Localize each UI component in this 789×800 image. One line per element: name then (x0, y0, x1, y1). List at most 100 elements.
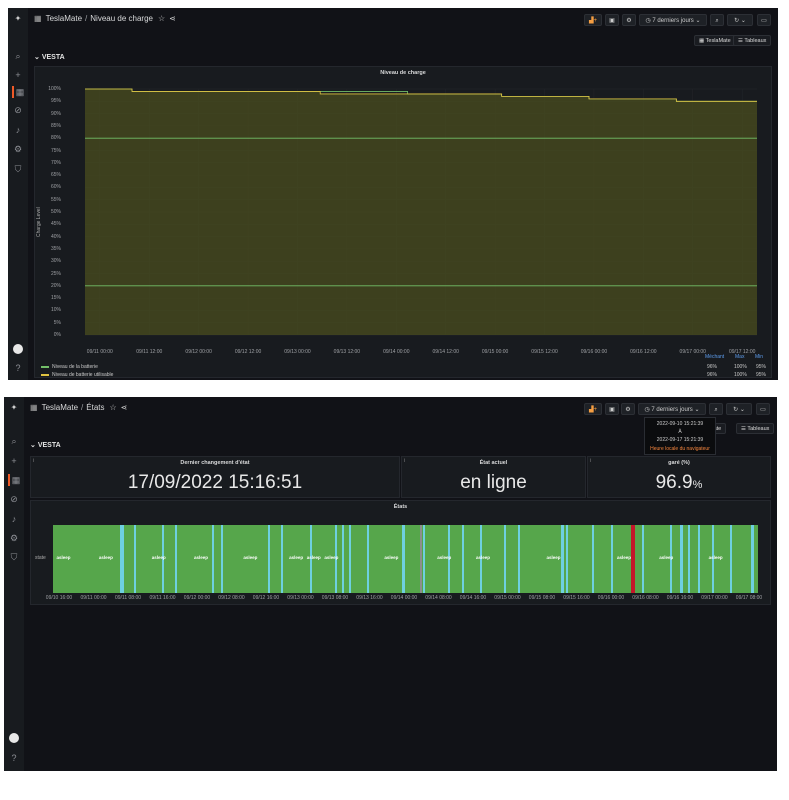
state-segment-online[interactable] (687, 525, 690, 593)
state-segment-online[interactable] (698, 525, 701, 593)
chart-add-icon[interactable]: ▟+ (584, 14, 602, 26)
state-segment-online[interactable] (121, 525, 125, 593)
link-tableaux[interactable]: ☰ Tableaux (736, 423, 775, 434)
legend-item-usable[interactable]: Niveau de batterie utilisable (41, 372, 113, 378)
zoom-out-icon[interactable]: ⌕ (710, 14, 724, 26)
state-segment-online[interactable] (342, 525, 345, 593)
time-range-picker[interactable]: ◷ 7 derniers jours ⌄ (639, 14, 707, 26)
x-tick-label: 09/11 00:00 (86, 349, 113, 355)
bell-icon[interactable]: ♪ (12, 124, 24, 136)
page-title[interactable]: Niveau de charge (90, 14, 153, 23)
state-segment-charging[interactable] (631, 525, 636, 593)
state-segment-online[interactable] (220, 525, 223, 593)
state-x-tick-label: 09/11 16:00 (149, 595, 176, 601)
row-title[interactable]: ⌄ VESTA (34, 53, 65, 61)
state-segment-online[interactable] (641, 525, 644, 593)
avatar[interactable] (13, 344, 23, 354)
state-segment-online[interactable] (729, 525, 732, 593)
state-segment-online[interactable] (592, 525, 595, 593)
gear-icon[interactable]: ⚙ (12, 143, 24, 155)
y-tick-label: 15% (50, 295, 61, 302)
state-segment-online[interactable] (134, 525, 137, 593)
zoom-out-icon[interactable]: ⌕ (709, 403, 723, 415)
dashboards-icon[interactable]: ▦ (8, 474, 22, 486)
tv-mode-icon[interactable]: ▭ (757, 14, 771, 26)
state-segment-online[interactable] (366, 525, 369, 593)
plus-icon[interactable]: + (12, 69, 24, 81)
state-segment-online[interactable] (560, 525, 565, 593)
state-row-label: state (35, 555, 46, 561)
explore-icon[interactable]: ⊘ (12, 104, 24, 116)
state-segment-online[interactable] (566, 525, 569, 593)
x-tick-label: 09/16 12:00 (630, 349, 657, 355)
stat-title[interactable]: État actuel (402, 460, 585, 466)
x-tick-label: 09/17 00:00 (679, 349, 706, 355)
save-icon[interactable]: ▣ (605, 14, 619, 26)
y-tick-label: 30% (50, 258, 61, 265)
state-segment-online[interactable] (611, 525, 614, 593)
explore-icon[interactable]: ⊘ (8, 493, 20, 505)
bell-icon[interactable]: ♪ (8, 513, 20, 525)
state-x-tick-label: 09/13 08:00 (321, 595, 349, 601)
state-segment-online[interactable] (461, 525, 464, 593)
state-timeline[interactable]: asleep asleep asleep asleep asleep asleep asle… (53, 525, 758, 593)
grafana-logo-icon[interactable]: ✦ (8, 402, 20, 414)
state-x-tick-label: 09/12 00:00 (183, 595, 211, 601)
legend-header-mean[interactable]: Méchant (705, 354, 724, 360)
shield-icon[interactable]: ⛉ (8, 551, 20, 563)
state-segment-online[interactable] (518, 525, 521, 593)
page-title[interactable]: États (86, 403, 104, 412)
state-segment-online[interactable] (423, 525, 426, 593)
link-tableaux[interactable]: ☰ Tableaux (733, 35, 772, 46)
stat-title[interactable]: Dernier changement d'état (31, 460, 399, 466)
shield-icon[interactable]: ⛉ (12, 163, 24, 175)
state-segment-online[interactable] (268, 525, 271, 593)
grafana-logo-icon[interactable]: ✦ (12, 13, 24, 25)
plus-icon[interactable]: + (8, 455, 20, 467)
settings-icon[interactable]: ⚙ (621, 403, 635, 415)
row-title[interactable]: ⌄ VESTA (30, 441, 61, 449)
tv-mode-icon[interactable]: ▭ (756, 403, 770, 415)
star-icon[interactable]: ☆ (110, 403, 117, 412)
legend-item-battery[interactable]: Niveau de la batterie (41, 364, 98, 370)
time-range-label: 7 derniers jours (652, 18, 694, 24)
stat-title[interactable]: garé (%) (588, 460, 770, 466)
legend-header-max[interactable]: Max (735, 354, 744, 360)
link-teslamate[interactable]: ▦ TeslaMate (694, 35, 736, 46)
time-range-picker[interactable]: ◷ 7 derniers jours ⌄ (638, 403, 706, 415)
legend-header-min[interactable]: Min (755, 354, 763, 360)
search-icon[interactable]: ⌕ (12, 50, 24, 62)
gear-icon[interactable]: ⚙ (8, 532, 20, 544)
save-icon[interactable]: ▣ (605, 403, 619, 415)
search-icon[interactable]: ⌕ (8, 435, 20, 447)
star-icon[interactable]: ☆ (158, 14, 165, 23)
y-tick-label: 0% (53, 332, 61, 338)
refresh-button[interactable]: ↻ ⌄ (727, 14, 753, 26)
help-icon[interactable]: ? (8, 752, 20, 764)
legend-value: 96% (707, 372, 718, 378)
panel-title[interactable]: États (31, 504, 770, 510)
avatar[interactable] (9, 733, 19, 743)
dashboards-icon[interactable]: ▦ (12, 86, 26, 98)
chart-add-icon[interactable]: ▟+ (584, 403, 602, 415)
share-icon[interactable]: ⋖ (121, 403, 128, 412)
refresh-button[interactable]: ↻ ⌄ (726, 403, 752, 415)
state-segment-online[interactable] (280, 525, 283, 593)
state-segment-offline[interactable] (419, 525, 422, 593)
y-tick-label: 90% (50, 110, 61, 117)
state-segment-online[interactable] (349, 525, 352, 593)
state-segment-online[interactable] (211, 525, 214, 593)
grid-icon: ▦ (30, 403, 38, 412)
state-segment-online[interactable] (174, 525, 178, 593)
breadcrumb-app[interactable]: TeslaMate (42, 403, 78, 412)
breadcrumb-app[interactable]: TeslaMate (46, 14, 82, 23)
tooltip-to: 2022-09-17 15:21:39 (656, 437, 704, 443)
state-segment-online[interactable] (680, 525, 683, 593)
share-icon[interactable]: ⋖ (169, 14, 176, 23)
state-segment-online[interactable] (401, 525, 405, 593)
help-icon[interactable]: ? (12, 362, 24, 374)
state-segment-online[interactable] (750, 525, 754, 593)
settings-icon[interactable]: ⚙ (622, 14, 636, 26)
state-segment-online[interactable] (504, 525, 507, 593)
state-label: asleep (194, 555, 209, 560)
